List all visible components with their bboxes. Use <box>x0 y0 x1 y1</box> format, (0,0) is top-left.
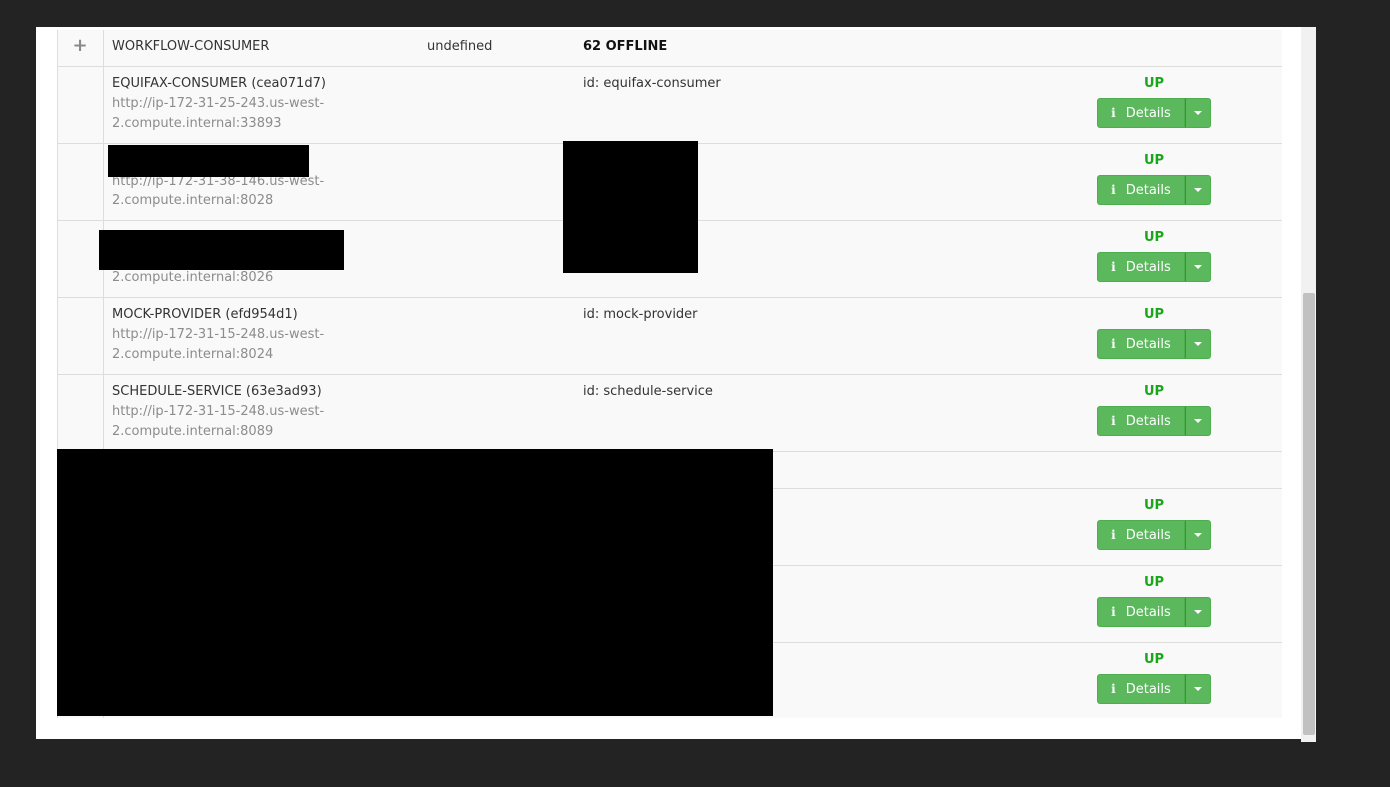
instance-url-line2[interactable]: 2.compute.internal:8028 <box>112 191 273 211</box>
status-badge: UP <box>1143 652 1165 667</box>
offline-count: 62 OFFLINE <box>583 39 668 54</box>
details-label: Details <box>1125 681 1171 697</box>
info-icon: i <box>1111 106 1116 120</box>
instance-row: MOCK-PROVIDER (efd954d1) http://ip-172-3… <box>58 298 1282 375</box>
details-button[interactable]: i Details <box>1097 329 1185 359</box>
instance-name: MOCK-PROVIDER (efd954d1) <box>112 307 298 322</box>
row-gutter <box>58 144 104 220</box>
caret-down-icon <box>1194 265 1202 269</box>
instance-url-line2[interactable]: 2.compute.internal:8089 <box>112 422 273 442</box>
instance-id: id: equifax-consumer <box>583 76 721 91</box>
instance-url-line2[interactable]: 2.compute.internal:33893 <box>112 114 282 134</box>
details-dropdown-toggle[interactable] <box>1185 520 1211 550</box>
details-button[interactable]: i Details <box>1097 406 1185 436</box>
details-button[interactable]: i Details <box>1097 98 1185 128</box>
status-badge: UP <box>1143 498 1165 513</box>
caret-down-icon <box>1194 342 1202 346</box>
instance-url-line2[interactable]: 2.compute.internal:8024 <box>112 345 273 365</box>
status-badge: UP <box>1143 230 1165 245</box>
row-gutter <box>58 375 104 451</box>
details-label: Details <box>1125 604 1171 620</box>
instance-id: id: mock-provider <box>583 307 698 322</box>
details-label: Details <box>1125 182 1171 198</box>
row-gutter: + <box>58 30 104 66</box>
details-label: Details <box>1125 105 1171 121</box>
details-label: Details <box>1125 527 1171 543</box>
instance-id: id: schedule-service <box>583 384 713 399</box>
instance-url-line2[interactable]: 2.compute.internal:8026 <box>112 268 273 288</box>
instance-name: EQUIFAX-CONSUMER (cea071d7) <box>112 76 326 91</box>
details-dropdown-toggle[interactable] <box>1185 175 1211 205</box>
details-button[interactable]: i Details <box>1097 520 1185 550</box>
details-button-group: i Details <box>1097 406 1211 436</box>
details-label: Details <box>1125 259 1171 275</box>
group-value: undefined <box>427 39 493 54</box>
instance-row: SCHEDULE-SERVICE (63e3ad93) http://ip-17… <box>58 375 1282 452</box>
plus-icon[interactable]: + <box>72 36 88 56</box>
caret-down-icon <box>1194 419 1202 423</box>
instance-url-line1[interactable]: http://ip-172-31-15-248.us-west- <box>112 325 324 345</box>
info-icon: i <box>1111 183 1116 197</box>
redaction-box <box>108 145 309 177</box>
instance-url-line1[interactable]: http://ip-172-31-15-248.us-west- <box>112 402 324 422</box>
details-button-group: i Details <box>1097 597 1211 627</box>
group-row[interactable]: + WORKFLOW-CONSUMER undefined 62 OFFLINE <box>58 30 1282 67</box>
row-gutter <box>58 67 104 143</box>
scrollbar-thumb[interactable] <box>1303 293 1315 735</box>
details-button[interactable]: i Details <box>1097 597 1185 627</box>
details-button-group: i Details <box>1097 520 1211 550</box>
group-name: WORKFLOW-CONSUMER <box>112 39 270 54</box>
info-icon: i <box>1111 528 1116 542</box>
instance-name: SCHEDULE-SERVICE (63e3ad93) <box>112 384 322 399</box>
status-badge: UP <box>1143 384 1165 399</box>
info-icon: i <box>1111 414 1116 428</box>
details-button[interactable]: i Details <box>1097 674 1185 704</box>
caret-down-icon <box>1194 111 1202 115</box>
details-label: Details <box>1125 336 1171 352</box>
caret-down-icon <box>1194 610 1202 614</box>
status-badge: UP <box>1143 307 1165 322</box>
details-button-group: i Details <box>1097 98 1211 128</box>
details-dropdown-toggle[interactable] <box>1185 406 1211 436</box>
instance-row: EQUIFAX-CONSUMER (cea071d7) http://ip-17… <box>58 67 1282 144</box>
details-dropdown-toggle[interactable] <box>1185 597 1211 627</box>
info-icon: i <box>1111 260 1116 274</box>
info-icon: i <box>1111 682 1116 696</box>
row-gutter <box>58 298 104 374</box>
details-dropdown-toggle[interactable] <box>1185 674 1211 704</box>
caret-down-icon <box>1194 687 1202 691</box>
details-button-group: i Details <box>1097 252 1211 282</box>
details-button[interactable]: i Details <box>1097 175 1185 205</box>
details-button[interactable]: i Details <box>1097 252 1185 282</box>
details-button-group: i Details <box>1097 175 1211 205</box>
details-button-group: i Details <box>1097 674 1211 704</box>
row-gutter <box>58 221 104 297</box>
redaction-box <box>57 449 773 716</box>
details-dropdown-toggle[interactable] <box>1185 98 1211 128</box>
info-icon: i <box>1111 337 1116 351</box>
redaction-box <box>563 141 698 273</box>
status-badge: UP <box>1143 153 1165 168</box>
caret-down-icon <box>1194 188 1202 192</box>
redaction-box <box>99 230 344 270</box>
details-dropdown-toggle[interactable] <box>1185 329 1211 359</box>
instance-url-line1[interactable]: http://ip-172-31-25-243.us-west- <box>112 94 324 114</box>
details-button-group: i Details <box>1097 329 1211 359</box>
info-icon: i <box>1111 605 1116 619</box>
details-dropdown-toggle[interactable] <box>1185 252 1211 282</box>
status-badge: UP <box>1143 76 1165 91</box>
caret-down-icon <box>1194 533 1202 537</box>
status-badge: UP <box>1143 575 1165 590</box>
details-label: Details <box>1125 413 1171 429</box>
